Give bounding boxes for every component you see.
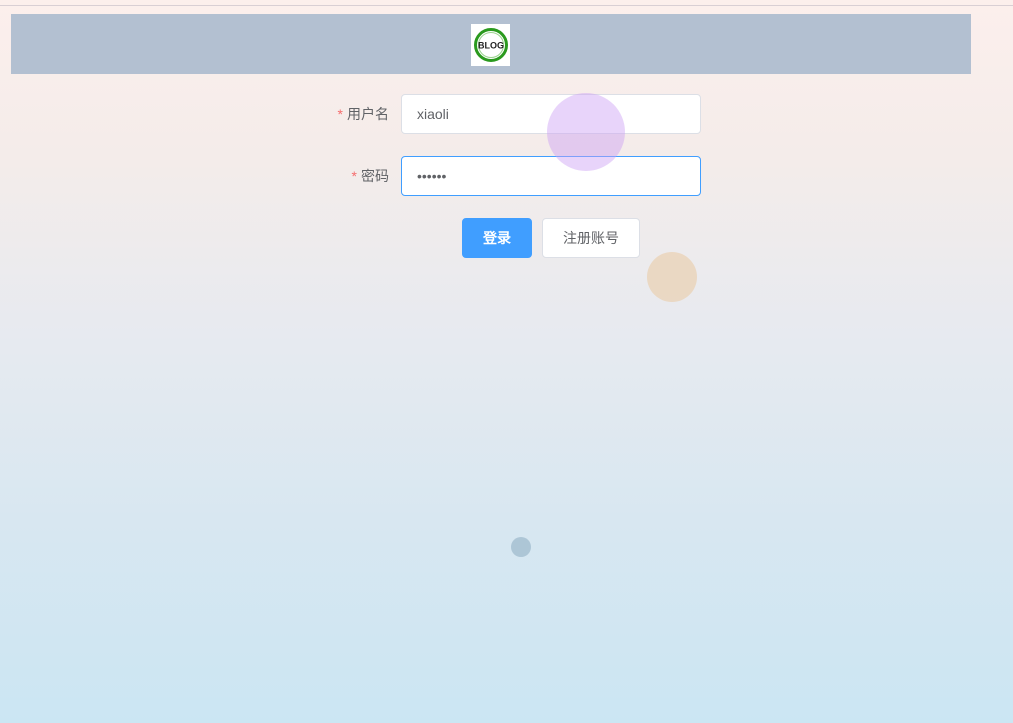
decorative-bubble [647,252,697,302]
top-divider [0,5,1013,6]
username-row: * 用户名 xiaoli [300,94,701,134]
decorative-bubble [511,537,531,557]
blog-logo-icon: BLOG [473,28,508,62]
password-label-text: 密码 [361,168,389,184]
password-label: * 密码 [352,156,389,196]
username-label: * 用户名 [338,94,389,134]
register-button[interactable]: 注册账号 [542,218,640,258]
login-button[interactable]: 登录 [462,218,532,258]
blog-logo: BLOG [471,24,510,66]
page-header: BLOG [11,14,971,74]
logo-text: BLOG [478,41,504,51]
required-mark: * [351,168,357,184]
password-row: * 密码 •••••• [300,156,701,196]
required-mark: * [337,106,343,122]
password-input[interactable]: •••••• [401,156,701,196]
username-label-text: 用户名 [347,106,389,122]
decorative-bubble [547,93,625,171]
